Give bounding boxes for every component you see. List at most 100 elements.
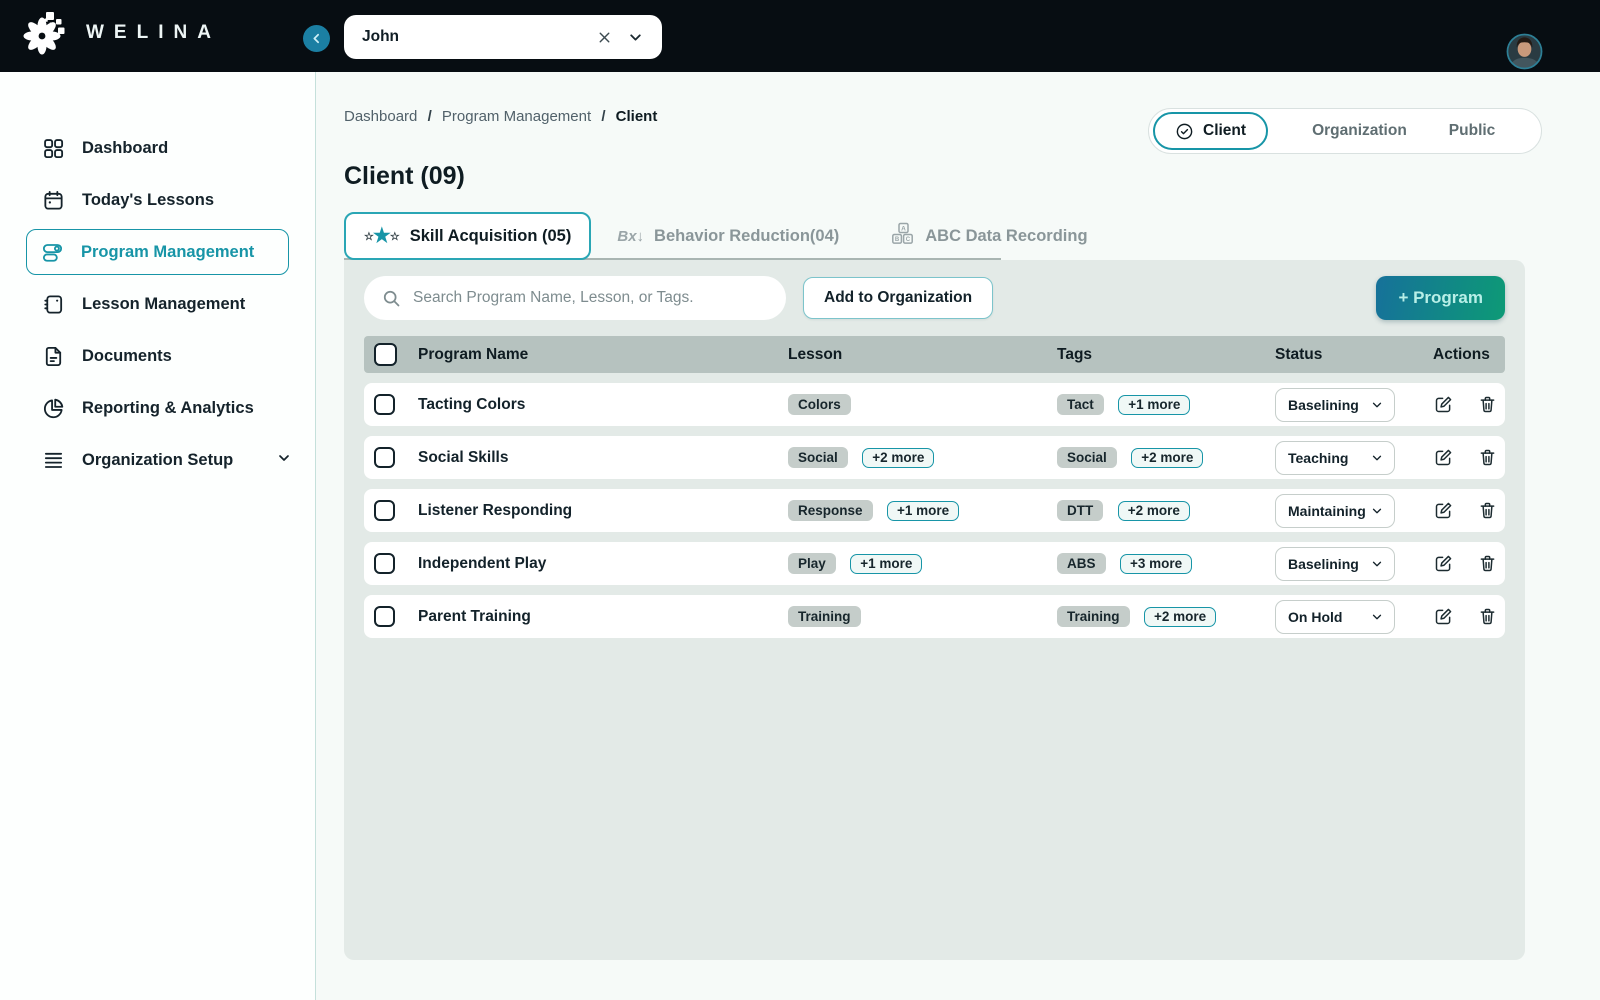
row-checkbox[interactable]	[374, 606, 395, 627]
table-row: Listener Responding Response +1 more DTT…	[364, 489, 1505, 532]
view-toggle-client[interactable]: Client	[1153, 112, 1269, 150]
chevron-down-icon	[1372, 508, 1382, 513]
tag-more-chip[interactable]: +1 more	[1118, 394, 1191, 415]
tab-behavior-reduction[interactable]: Bx↓ Behavior Reduction(04)	[591, 212, 865, 260]
sidebar-item-label: Lesson Management	[82, 294, 246, 313]
user-avatar[interactable]	[1506, 33, 1543, 70]
brand-name: WELINA	[86, 22, 221, 43]
edit-icon[interactable]	[1433, 553, 1454, 574]
breadcrumb-program-management[interactable]: Program Management	[442, 108, 591, 125]
program-name: Tacting Colors	[418, 395, 526, 413]
sidebar-item-label: Today's Lessons	[82, 190, 214, 209]
chevron-down-icon	[1372, 614, 1382, 619]
chevron-left-icon	[313, 33, 319, 44]
program-name: Independent Play	[418, 554, 547, 572]
sidebar: Dashboard Today's Lessons Program Manage…	[0, 72, 316, 1000]
view-toggle-public[interactable]: Public	[1449, 122, 1496, 140]
tab-skill-acquisition[interactable]: ☆ ★ ☆ Skill Acquisition (05)	[344, 212, 592, 260]
abc-blocks-icon: A B C	[891, 222, 915, 251]
tag-more-chip[interactable]: +2 more	[1143, 606, 1217, 627]
table-header: Program Name Lesson Tags Status Actions	[364, 336, 1505, 373]
chevron-down-icon	[1372, 561, 1382, 566]
view-toggle: Client Organization Public	[1148, 108, 1542, 154]
lesson-more-chip[interactable]: +2 more	[862, 447, 935, 468]
document-icon	[45, 346, 62, 366]
page-title: Client (09)	[344, 162, 465, 190]
lesson-more-chip[interactable]: +1 more	[886, 500, 960, 521]
tab-abc-data-recording[interactable]: A B C ABC Data Recording	[865, 212, 1113, 260]
edit-icon[interactable]	[1433, 447, 1454, 468]
row-checkbox[interactable]	[374, 394, 395, 415]
delete-icon[interactable]	[1477, 394, 1498, 415]
column-program-name: Program Name	[418, 345, 529, 363]
search-input[interactable]	[413, 289, 769, 307]
status-dropdown[interactable]: On Hold	[1275, 599, 1395, 634]
sidebar-item-dashboard[interactable]: Dashboard	[0, 122, 315, 174]
sidebar-collapse-button[interactable]	[303, 25, 330, 52]
breadcrumb-dashboard[interactable]: Dashboard	[344, 108, 417, 125]
program-name: Listener Responding	[418, 501, 573, 519]
add-program-button[interactable]: + Program	[1376, 276, 1505, 320]
view-toggle-organization[interactable]: Organization	[1312, 122, 1407, 140]
tag-chip: Training	[1057, 606, 1130, 627]
tab-bar: ☆ ★ ☆ Skill Acquisition (05) Bx↓ Behavio…	[344, 212, 1114, 260]
stars-icon: ☆ ★ ☆	[364, 225, 400, 247]
sidebar-item-organization-setup[interactable]: Organization Setup	[0, 434, 315, 486]
sidebar-item-documents[interactable]: Documents	[0, 330, 315, 382]
delete-icon[interactable]	[1477, 606, 1498, 627]
status-dropdown[interactable]: Baselining	[1275, 546, 1395, 581]
lesson-chip: Training	[788, 606, 861, 627]
lesson-chip: Colors	[788, 394, 851, 415]
sidebar-item-label: Organization Setup	[82, 450, 234, 469]
client-selector-dropdown[interactable]: John	[344, 15, 662, 59]
sidebar-item-lesson-management[interactable]: Lesson Management	[0, 278, 315, 330]
client-selector-value: John	[362, 28, 400, 45]
add-to-organization-button[interactable]: Add to Organization	[803, 277, 994, 319]
tag-more-chip[interactable]: +2 more	[1131, 447, 1204, 468]
sidebar-item-program-management[interactable]: Program Management	[26, 229, 289, 275]
flower-logo-icon	[23, 12, 65, 55]
edit-icon[interactable]	[1433, 606, 1454, 627]
delete-icon[interactable]	[1477, 447, 1498, 468]
edit-icon[interactable]	[1433, 394, 1454, 415]
status-dropdown[interactable]: Maintaining	[1275, 493, 1395, 528]
svg-text:B: B	[895, 237, 900, 243]
breadcrumb: Dashboard / Program Management / Client	[344, 108, 658, 125]
column-tags: Tags	[1057, 345, 1093, 363]
column-actions: Actions	[1433, 345, 1490, 363]
delete-icon[interactable]	[1477, 500, 1498, 521]
row-checkbox[interactable]	[374, 500, 395, 521]
column-lesson: Lesson	[788, 345, 843, 363]
program-list-icon	[42, 243, 63, 262]
program-name: Parent Training	[418, 607, 531, 625]
status-dropdown[interactable]: Baselining	[1275, 387, 1395, 422]
sidebar-item-label: Reporting & Analytics	[82, 398, 254, 417]
lesson-chip: Social	[788, 447, 848, 468]
tag-more-chip[interactable]: +3 more	[1119, 553, 1193, 574]
sidebar-item-reporting-analytics[interactable]: Reporting & Analytics	[0, 382, 315, 434]
row-checkbox[interactable]	[374, 447, 395, 468]
sidebar-item-todays-lessons[interactable]: Today's Lessons	[0, 174, 315, 226]
pie-chart-icon	[43, 398, 64, 418]
sidebar-item-label: Documents	[82, 346, 172, 365]
edit-icon[interactable]	[1433, 500, 1454, 521]
delete-icon[interactable]	[1477, 553, 1498, 574]
status-dropdown[interactable]: Teaching	[1275, 440, 1395, 475]
select-all-checkbox[interactable]	[374, 343, 397, 366]
bx-arrow-icon: Bx↓	[617, 227, 645, 245]
tag-more-chip[interactable]: +2 more	[1117, 500, 1190, 521]
grid-icon	[44, 138, 64, 158]
tag-chip: Tact	[1057, 394, 1104, 415]
tag-chip: ABS	[1057, 553, 1106, 574]
table-row: Parent Training Training Training +2 mor…	[364, 595, 1505, 638]
chevron-down-icon	[1372, 402, 1382, 407]
main-content: Dashboard / Program Management / Client …	[316, 72, 1600, 1000]
notebook-icon	[44, 294, 63, 314]
row-checkbox[interactable]	[374, 553, 395, 574]
search-box	[364, 276, 786, 320]
chevron-down-icon[interactable]	[627, 29, 644, 46]
program-name: Social Skills	[418, 448, 509, 466]
lesson-more-chip[interactable]: +1 more	[850, 553, 923, 574]
breadcrumb-current: Client	[615, 108, 658, 125]
x-icon[interactable]	[596, 29, 613, 46]
